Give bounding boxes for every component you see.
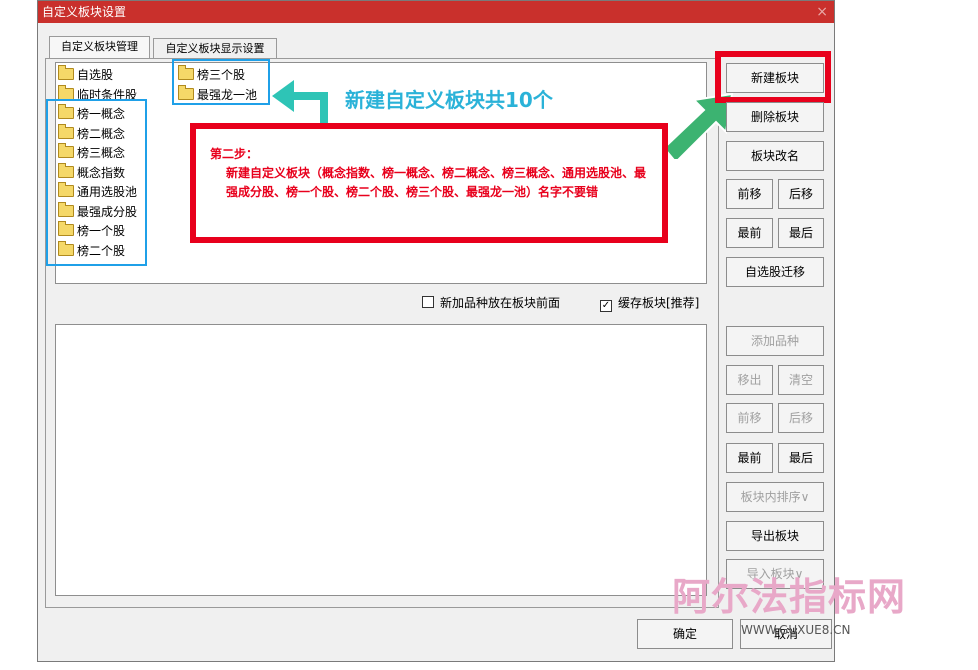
title-bar: 自定义板块设置 × (38, 1, 834, 23)
lower-move-first-button[interactable]: 最前 (726, 443, 773, 473)
folder-icon (58, 84, 74, 100)
close-icon[interactable]: × (816, 1, 828, 23)
move-last-button[interactable]: 最后 (778, 218, 824, 248)
cache-option[interactable]: ✓ 缓存板块[推荐] (600, 296, 699, 312)
sort-in-block-button[interactable]: 板块内排序∨ (726, 482, 824, 512)
block-list-item[interactable]: 自选股 (58, 65, 114, 84)
delete-block-button[interactable]: 删除板块 (726, 102, 824, 132)
rename-block-button[interactable]: 板块改名 (726, 141, 824, 171)
lower-move-last-button[interactable]: 最后 (778, 443, 824, 473)
add-front-checkbox[interactable] (422, 296, 434, 308)
lower-move-up-button[interactable]: 前移 (726, 403, 773, 433)
cache-label: 缓存板块[推荐] (618, 296, 700, 310)
watermark-logo: 阿尔法指标网 (672, 574, 907, 619)
remove-button[interactable]: 移出 (726, 365, 773, 395)
move-down-button[interactable]: 后移 (778, 179, 824, 209)
move-up-button[interactable]: 前移 (726, 179, 773, 209)
step-body: 新建自定义板块（概念指数、榜一概念、榜二概念、榜三概念、通用选股池、最强成分股、… (226, 166, 647, 199)
add-front-label: 新加品种放在板块前面 (440, 296, 561, 310)
migrate-watchlist-button[interactable]: 自选股迁移 (726, 257, 824, 287)
tab-block-management[interactable]: 自定义板块管理 (49, 36, 150, 60)
window-title: 自定义板块设置 (42, 5, 127, 19)
export-block-button[interactable]: 导出板块 (726, 521, 824, 551)
step-callout: 第二步： 新建自定义板块（概念指数、榜一概念、榜二概念、榜三概念、通用选股池、最… (190, 123, 668, 243)
lower-move-down-button[interactable]: 后移 (778, 403, 824, 433)
item-list[interactable] (55, 324, 707, 596)
cache-checkbox[interactable]: ✓ (600, 300, 612, 312)
highlight-box-left (46, 99, 147, 266)
add-front-option[interactable]: 新加品种放在板块前面 (422, 296, 560, 310)
block-list-item-label: 自选股 (77, 68, 114, 82)
clear-button[interactable]: 清空 (778, 365, 824, 395)
ok-button[interactable]: 确定 (637, 619, 733, 649)
folder-icon (58, 65, 74, 80)
step-title: 第二步： (210, 147, 259, 161)
move-first-button[interactable]: 最前 (726, 218, 773, 248)
tab-block-display-settings[interactable]: 自定义板块显示设置 (153, 38, 277, 60)
highlight-box-right (172, 59, 270, 105)
add-item-button[interactable]: 添加品种 (726, 326, 824, 356)
watermark-url: WWW.GUXUE8.CN (741, 623, 851, 637)
new-block-highlight (715, 51, 831, 103)
headline-annotation: 新建自定义板块共10个 (345, 88, 553, 112)
